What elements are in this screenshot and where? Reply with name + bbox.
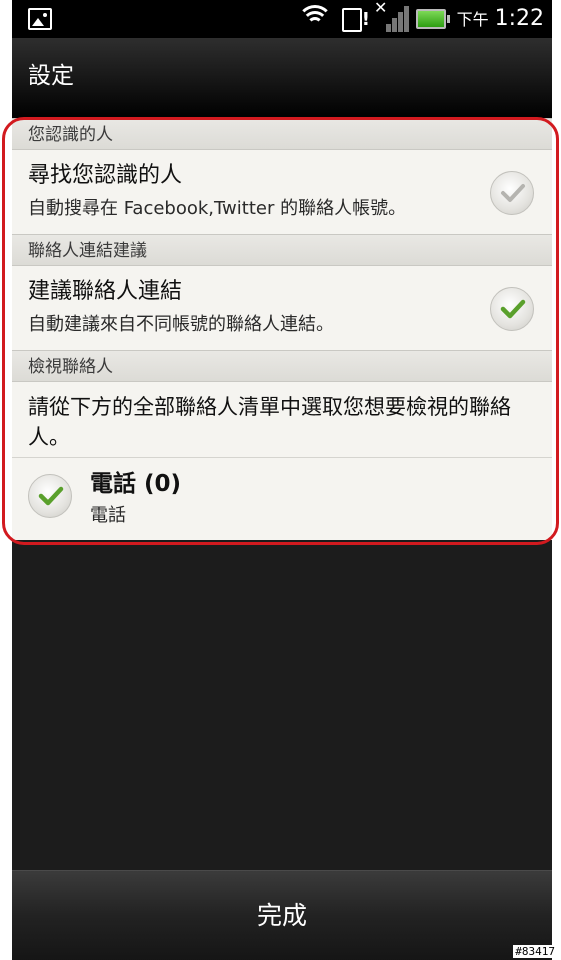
checkmark-icon xyxy=(38,486,64,506)
suggest-link-item[interactable]: 建議聯絡人連結 自動建議來自不同帳號的聯絡人連結。 xyxy=(12,266,552,350)
status-bar: ✕ 下午 1:22 xyxy=(12,0,552,38)
phone-account-title: 電話 (0) xyxy=(90,471,182,497)
done-button-label: 完成 xyxy=(256,901,307,930)
status-clock: 1:22 xyxy=(494,6,544,31)
find-known-people-desc: 自動搜尋在 Facebook,Twitter 的聯絡人帳號。 xyxy=(28,198,407,219)
suggest-link-desc: 自動建議來自不同帳號的聯絡人連結。 xyxy=(28,314,334,335)
section-header-view-contacts: 檢視聯絡人 xyxy=(12,350,552,382)
status-ampm: 下午 xyxy=(456,10,489,29)
checkmark-icon xyxy=(501,184,525,202)
find-known-people-item[interactable]: 尋找您認識的人 自動搜尋在 Facebook,Twitter 的聯絡人帳號。 xyxy=(12,150,552,234)
find-known-people-checkbox[interactable] xyxy=(490,171,534,215)
gallery-icon xyxy=(28,8,52,30)
phone-screen: ✕ 下午 1:22 設定 您認識的人 尋找您認識的人 自動搜尋在 Facebook… xyxy=(12,0,552,960)
section-header-link-suggest: 聯絡人連結建議 xyxy=(12,234,552,266)
sd-card-alert-icon xyxy=(342,8,370,32)
no-signal-icon: ✕ xyxy=(372,0,409,34)
suggest-link-checkbox[interactable] xyxy=(490,287,534,331)
page-title: 設定 xyxy=(28,63,74,89)
battery-icon xyxy=(416,9,450,29)
title-bar: 設定 xyxy=(12,38,552,119)
checkmark-icon xyxy=(500,299,526,319)
phone-account-checkbox[interactable] xyxy=(28,474,72,518)
section-header-known-people: 您認識的人 xyxy=(12,118,552,150)
find-known-people-title: 尋找您認識的人 xyxy=(28,163,183,188)
settings-list: 您認識的人 尋找您認識的人 自動搜尋在 Facebook,Twitter 的聯絡… xyxy=(12,118,552,540)
phone-account-item[interactable]: 電話 (0) 電話 xyxy=(12,458,552,538)
done-button[interactable]: 完成 xyxy=(12,870,552,960)
phone-account-subtitle: 電話 xyxy=(90,505,126,526)
view-contacts-description: 請從下方的全部聯絡人清單中選取您想要檢視的聯絡人。 xyxy=(12,382,552,458)
suggest-link-title: 建議聯絡人連結 xyxy=(28,279,183,304)
wifi-icon xyxy=(300,5,330,33)
status-time: 下午 1:22 xyxy=(457,4,544,35)
watermark: #83417 xyxy=(513,945,557,958)
